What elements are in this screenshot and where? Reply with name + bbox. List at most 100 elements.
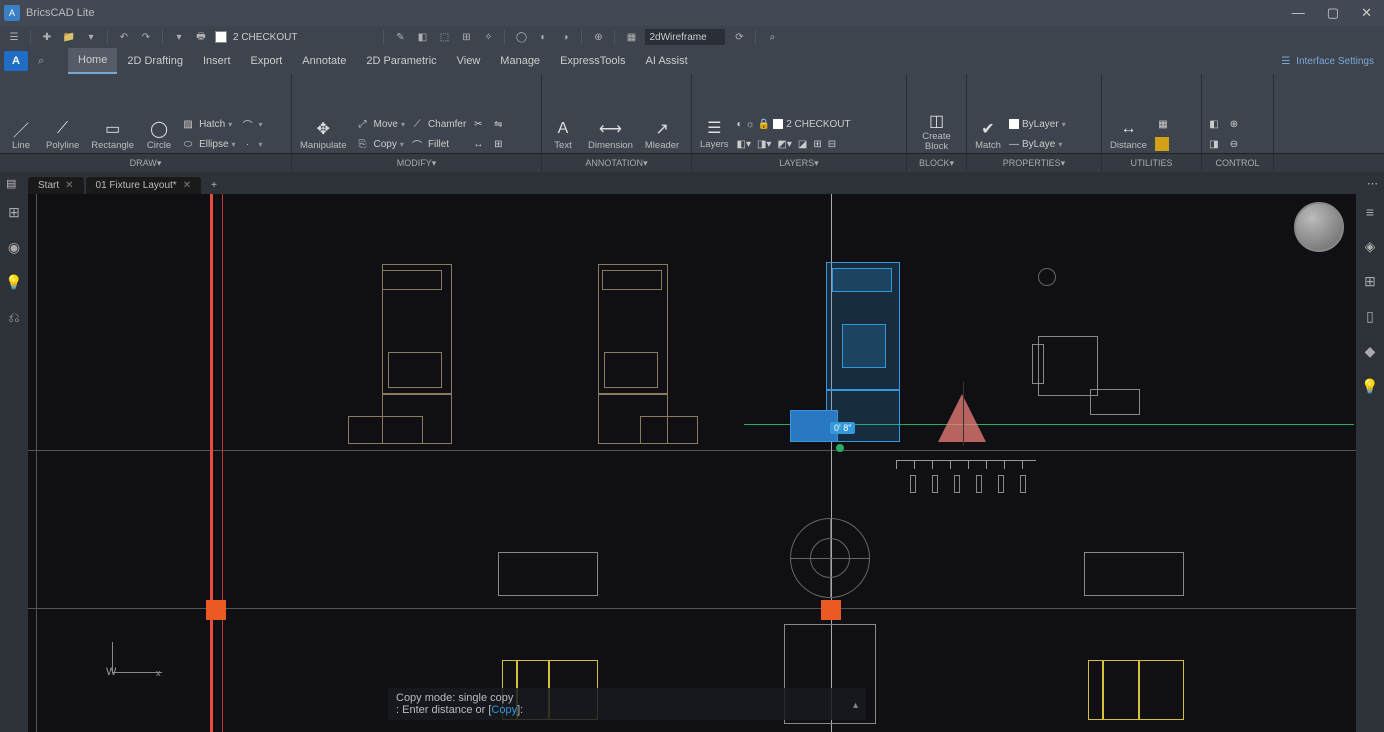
- tool-line[interactable]: ／Line: [4, 116, 38, 153]
- ctrl-3[interactable]: ⊕: [1226, 115, 1242, 133]
- panel-icon-r3[interactable]: ⊞: [1364, 273, 1376, 290]
- tool-text[interactable]: AText: [546, 116, 580, 153]
- tool-mleader[interactable]: ↗Mleader: [641, 116, 683, 153]
- tool-icon-8[interactable]: ◑: [557, 29, 573, 45]
- tool-util-1[interactable]: ▦: [1155, 115, 1171, 133]
- menu-view[interactable]: View: [447, 48, 491, 74]
- tool-icon-9[interactable]: ⊕: [590, 29, 606, 45]
- tab-fixture-layout[interactable]: 01 Fixture Layout*✕: [86, 177, 202, 194]
- tool-move[interactable]: ⤢Move: [354, 115, 404, 133]
- redo-icon[interactable]: ↷: [138, 29, 154, 45]
- tool-util-2[interactable]: [1155, 135, 1171, 153]
- menu-ai-assist[interactable]: AI Assist: [635, 48, 697, 74]
- tab-start[interactable]: Start✕: [28, 177, 84, 194]
- new-icon[interactable]: ✚: [39, 29, 55, 45]
- tool-distance[interactable]: ↔Distance: [1106, 116, 1151, 153]
- menu-manage[interactable]: Manage: [490, 48, 550, 74]
- panel-icon-r2[interactable]: ◈: [1365, 238, 1376, 255]
- tool-icon-5[interactable]: ✧: [480, 29, 496, 45]
- panel-icon-4[interactable]: ⎌: [8, 309, 19, 326]
- new-tab-button[interactable]: +: [203, 177, 225, 194]
- tool-chamfer[interactable]: ⟋Chamfer: [409, 115, 466, 133]
- visual-style-dropdown[interactable]: [645, 29, 725, 45]
- menu-home[interactable]: Home: [68, 48, 117, 74]
- layer-state-6[interactable]: ⊟: [828, 139, 836, 150]
- layer-state-5[interactable]: ⊞: [813, 139, 821, 150]
- tool-copy[interactable]: ⎘Copy: [354, 135, 404, 153]
- ctrl-2[interactable]: ◨: [1206, 135, 1222, 153]
- layer-state-1[interactable]: ◧▾: [737, 139, 751, 150]
- tabs-menu-icon[interactable]: ▤: [6, 177, 16, 190]
- minimize-button[interactable]: —: [1292, 5, 1305, 21]
- grip-marker[interactable]: [821, 600, 841, 620]
- tool-extend[interactable]: ↔: [470, 135, 486, 153]
- interface-settings-link[interactable]: Interface Settings: [1296, 56, 1374, 67]
- tool-icon-6[interactable]: ◯: [513, 29, 529, 45]
- layer-state-3[interactable]: ◩▾: [777, 139, 791, 150]
- search-icon[interactable]: ⌕: [764, 29, 780, 45]
- tool-dimension[interactable]: ⟷Dimension: [584, 116, 637, 153]
- tool-manipulate[interactable]: ✥Manipulate: [296, 116, 350, 153]
- panel-icon-2[interactable]: ◉: [8, 239, 20, 256]
- menu-expresstools[interactable]: ExpressTools: [550, 48, 635, 74]
- ctrl-4[interactable]: ⊖: [1226, 135, 1242, 153]
- command-expand-icon[interactable]: ▴: [853, 700, 858, 711]
- layer-state-2[interactable]: ◨▾: [757, 139, 771, 150]
- menu-2d-drafting[interactable]: 2D Drafting: [117, 48, 193, 74]
- save-icon[interactable]: ▾: [83, 29, 99, 45]
- tabs-overflow-icon[interactable]: ⋯: [1367, 177, 1378, 190]
- print-icon[interactable]: 🖶: [193, 29, 209, 45]
- navigation-sphere[interactable]: [1294, 202, 1344, 252]
- ctrl-1[interactable]: ◧: [1206, 115, 1222, 133]
- tool-ellipse[interactable]: ⬭Ellipse: [180, 135, 235, 153]
- close-button[interactable]: ✕: [1361, 5, 1372, 21]
- tool-arc[interactable]: ⌒: [240, 115, 263, 133]
- tool-fillet[interactable]: ⌒Fillet: [409, 135, 466, 153]
- tool-layers[interactable]: ☰Layers: [696, 115, 733, 152]
- close-tab-icon[interactable]: ✕: [183, 180, 191, 191]
- interface-settings-icon[interactable]: ☰: [1281, 56, 1290, 67]
- tool-array[interactable]: ⊞: [490, 135, 506, 153]
- tool-icon-3[interactable]: ⬚: [436, 29, 452, 45]
- close-tab-icon[interactable]: ✕: [65, 180, 73, 191]
- app-menu-button[interactable]: A: [4, 51, 28, 71]
- refresh-icon[interactable]: ⟳: [731, 29, 747, 45]
- menu-2d-parametric[interactable]: 2D Parametric: [356, 48, 446, 74]
- layer-state-4[interactable]: ◪: [798, 139, 807, 150]
- tool-polyline[interactable]: ⟋Polyline: [42, 116, 83, 153]
- menu-insert[interactable]: Insert: [193, 48, 241, 74]
- panel-icon-r6[interactable]: 💡: [1361, 378, 1378, 395]
- start-search-icon[interactable]: ⌕: [38, 55, 56, 68]
- panel-icon-r4[interactable]: ▯: [1366, 308, 1374, 325]
- tool-icon-1[interactable]: ✎: [392, 29, 408, 45]
- grip-marker[interactable]: [206, 600, 226, 620]
- tool-icon-2[interactable]: ◧: [414, 29, 430, 45]
- prop-color[interactable]: ByLayer: [1009, 115, 1066, 133]
- tool-hatch[interactable]: ▨Hatch: [180, 115, 235, 133]
- menu-icon[interactable]: ☰: [6, 29, 22, 45]
- tool-rectangle[interactable]: ▭Rectangle: [87, 116, 138, 153]
- tool-match[interactable]: ✔Match: [971, 116, 1005, 153]
- open-icon[interactable]: 📁: [61, 29, 77, 45]
- tool-trim[interactable]: ✂: [470, 115, 486, 133]
- tool-mirror[interactable]: ⇋: [490, 115, 506, 133]
- command-line[interactable]: Copy mode: single copy : Enter distance …: [388, 688, 866, 720]
- undo-icon[interactable]: ↶: [116, 29, 132, 45]
- maximize-button[interactable]: ▢: [1327, 5, 1339, 21]
- panel-icon-r5[interactable]: ◆: [1365, 343, 1376, 360]
- tool-icon-7[interactable]: ◐: [535, 29, 551, 45]
- tool-circle[interactable]: ◯Circle: [142, 116, 176, 153]
- panel-icon-3[interactable]: 💡: [5, 274, 22, 291]
- menu-export[interactable]: Export: [241, 48, 293, 74]
- layer-icon[interactable]: ▾: [171, 29, 187, 45]
- panel-icon-r1[interactable]: ≡: [1366, 204, 1374, 220]
- tool-point[interactable]: ·: [240, 135, 263, 153]
- current-layer-name[interactable]: 2 CHECKOUT: [233, 32, 297, 43]
- tool-icon-10[interactable]: ▦: [623, 29, 639, 45]
- prop-linetype[interactable]: —ByLaye: [1009, 135, 1066, 153]
- drawing-viewport[interactable]: 0' 8": [28, 194, 1356, 732]
- tool-create-block[interactable]: ◫Create Block: [911, 108, 962, 153]
- menu-annotate[interactable]: Annotate: [292, 48, 356, 74]
- layer-dropdown[interactable]: ◐☼🔒2 CHECKOUT: [737, 115, 851, 133]
- panel-icon-1[interactable]: ⊞: [8, 204, 20, 221]
